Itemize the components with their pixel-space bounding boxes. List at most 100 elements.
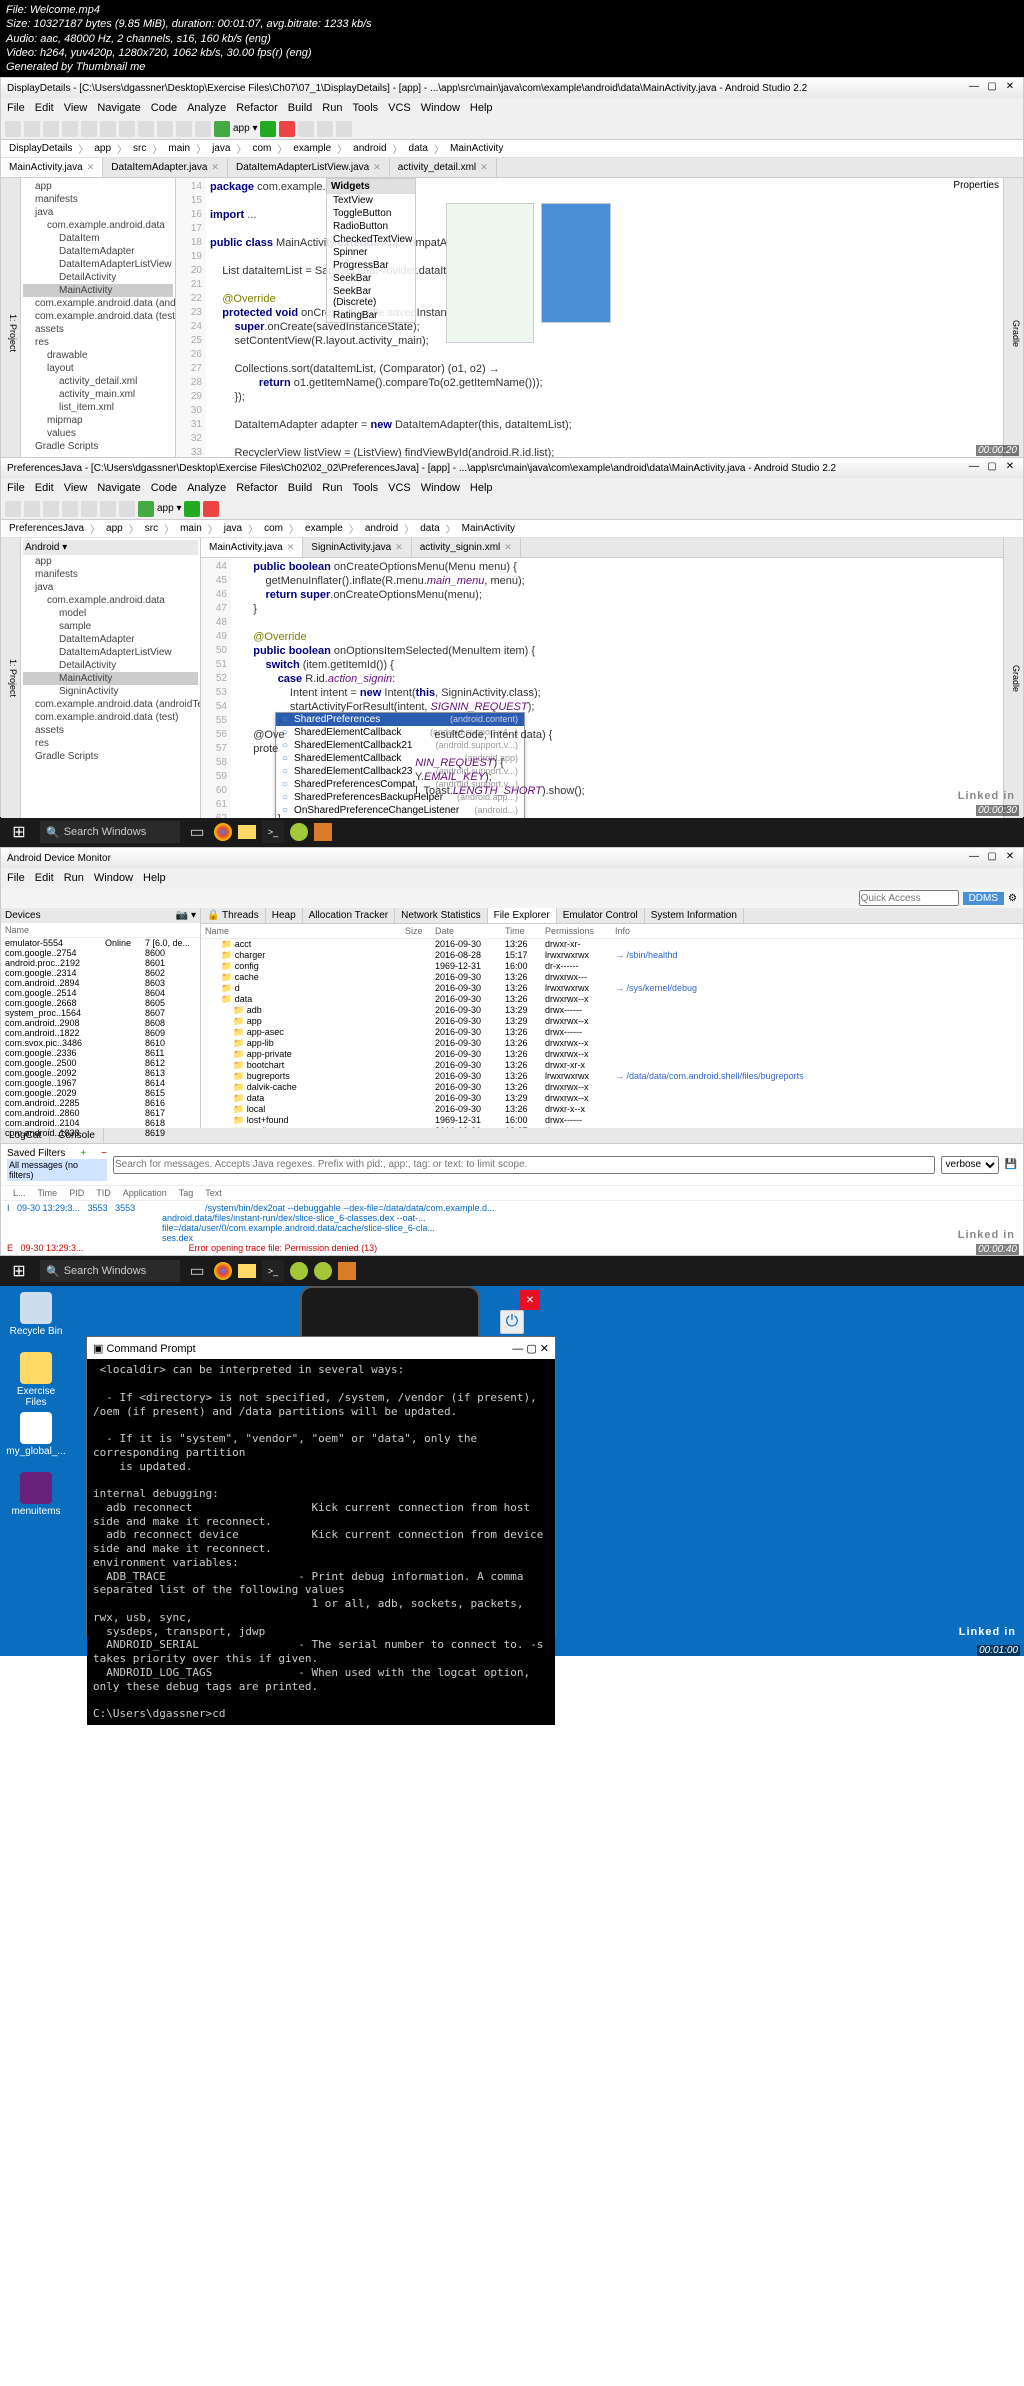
file-row[interactable]: 📁 config1969-12-3116:00dr-x------ bbox=[201, 961, 1023, 972]
editor-tab[interactable]: DataItemAdapter.java✕ bbox=[103, 158, 228, 177]
run-config[interactable]: app ▾ bbox=[233, 123, 257, 134]
log-col[interactable]: Text bbox=[199, 1188, 228, 1198]
tree-item[interactable]: MainActivity bbox=[23, 284, 173, 297]
tree-item[interactable]: DataItemAdapterListView bbox=[23, 258, 173, 271]
chrome-icon[interactable] bbox=[214, 823, 232, 841]
logcat-tab[interactable]: LogCat bbox=[1, 1128, 50, 1143]
menu-view[interactable]: View bbox=[64, 102, 88, 114]
editor-tab[interactable]: MainActivity.java✕ bbox=[201, 538, 303, 557]
undo-icon[interactable] bbox=[62, 121, 78, 137]
open-icon[interactable] bbox=[5, 501, 21, 517]
tree-item[interactable]: list_item.xml bbox=[23, 401, 173, 414]
debug-icon[interactable] bbox=[203, 501, 219, 517]
device-row[interactable]: com.google..25008612 bbox=[1, 1058, 200, 1068]
icon[interactable]: ⚙ bbox=[1008, 893, 1017, 904]
tree-item[interactable]: assets bbox=[23, 323, 173, 336]
file-row[interactable]: 📁 app-asec2016-09-3013:26drwx------ bbox=[201, 1027, 1023, 1038]
breadcrumb-item[interactable]: MainActivity bbox=[448, 143, 505, 154]
col-header[interactable]: Permissions bbox=[545, 926, 615, 936]
menu-tools[interactable]: Tools bbox=[352, 482, 378, 494]
redo-icon[interactable] bbox=[62, 501, 78, 517]
tree-item[interactable]: app bbox=[23, 555, 198, 568]
file-row[interactable]: 📁 bootchart2016-09-3013:26drwxr-xr-x bbox=[201, 1060, 1023, 1071]
tree-item[interactable]: res bbox=[23, 336, 173, 349]
tree-item[interactable]: activity_main.xml bbox=[23, 388, 173, 401]
minimize-icon[interactable]: — bbox=[967, 461, 981, 475]
tree-item[interactable]: com.example.android.data (androidTest) bbox=[23, 297, 173, 310]
run-icon[interactable] bbox=[184, 501, 200, 517]
editor-tab[interactable]: SigninActivity.java✕ bbox=[303, 538, 411, 557]
menu-vcs[interactable]: VCS bbox=[388, 102, 411, 114]
tree-item[interactable]: manifests bbox=[23, 568, 198, 581]
palette-item[interactable]: RatingBar bbox=[327, 309, 415, 322]
menu-help[interactable]: Help bbox=[470, 482, 493, 494]
menu-build[interactable]: Build bbox=[288, 482, 312, 494]
exercise-files[interactable]: Exercise Files bbox=[6, 1352, 66, 1408]
remove-filter-icon[interactable]: − bbox=[101, 1148, 107, 1159]
close-icon[interactable]: ✕ bbox=[1003, 851, 1017, 865]
tree-item[interactable]: MainActivity bbox=[23, 672, 198, 685]
tree-item[interactable]: DataItemAdapterListView bbox=[23, 646, 198, 659]
device-row[interactable]: com.google..20928613 bbox=[1, 1068, 200, 1078]
tree-item[interactable]: sample bbox=[23, 620, 198, 633]
breadcrumb-item[interactable]: main bbox=[166, 143, 192, 154]
logcat-search[interactable] bbox=[113, 1156, 935, 1174]
search-box[interactable]: 🔍 Search Windows bbox=[40, 821, 180, 843]
undo-icon[interactable] bbox=[43, 501, 59, 517]
fe-tab[interactable]: Heap bbox=[266, 908, 303, 923]
back-icon[interactable] bbox=[176, 121, 192, 137]
close-tab-icon[interactable]: ✕ bbox=[287, 542, 295, 553]
menu-run[interactable]: Run bbox=[64, 872, 84, 884]
tree-item[interactable]: drawable bbox=[23, 349, 173, 362]
minimize-icon[interactable]: — bbox=[512, 1343, 523, 1355]
devices-panel[interactable]: Devices📷 ▾ Name emulator-5554Online7 [6.… bbox=[1, 908, 201, 1128]
breadcrumb-item[interactable]: DisplayDetails bbox=[7, 143, 74, 154]
device-row[interactable]: com.google..19678614 bbox=[1, 1078, 200, 1088]
palette-item[interactable]: ProgressBar bbox=[327, 259, 415, 272]
tree-item[interactable]: com.example.android.data bbox=[23, 594, 198, 607]
maximize-icon[interactable]: ▢ bbox=[985, 461, 999, 475]
menu-file[interactable]: File bbox=[7, 482, 25, 494]
chrome-icon[interactable] bbox=[214, 1262, 232, 1280]
fe-tab[interactable]: Emulator Control bbox=[557, 908, 645, 923]
emulator-close-icon[interactable]: ✕ bbox=[520, 1290, 540, 1310]
screenshot-icon[interactable]: 📷 ▾ bbox=[176, 910, 196, 921]
menu-file[interactable]: File bbox=[7, 102, 25, 114]
menu-refactor[interactable]: Refactor bbox=[236, 482, 278, 494]
menu-navigate[interactable]: Navigate bbox=[97, 482, 140, 494]
device-row[interactable]: android.proc..21928601 bbox=[1, 958, 200, 968]
device-row[interactable]: com.android..18228609 bbox=[1, 1028, 200, 1038]
device-row[interactable]: com.android..21048618 bbox=[1, 1118, 200, 1128]
breadcrumb-item[interactable]: MainActivity bbox=[460, 523, 517, 534]
monitor-icon[interactable] bbox=[338, 1262, 356, 1280]
explorer-icon[interactable] bbox=[238, 1264, 256, 1278]
menu-help[interactable]: Help bbox=[470, 102, 493, 114]
menu-analyze[interactable]: Analyze bbox=[187, 482, 226, 494]
col-header[interactable]: Size bbox=[405, 926, 435, 936]
menu-code[interactable]: Code bbox=[151, 482, 177, 494]
file-row[interactable]: 📁 dalvik-cache2016-09-3013:26drwxrwx--x bbox=[201, 1082, 1023, 1093]
tree-item[interactable]: DataItemAdapter bbox=[23, 633, 198, 646]
filter-all[interactable]: All messages (no filters) bbox=[7, 1159, 107, 1181]
close-tab-icon[interactable]: ✕ bbox=[480, 162, 488, 173]
recycle-bin[interactable]: Recycle Bin bbox=[6, 1292, 66, 1337]
editor-tab[interactable]: DataItemAdapterListView.java✕ bbox=[228, 158, 390, 177]
close-icon[interactable]: ✕ bbox=[1003, 461, 1017, 475]
power-icon[interactable]: ⏻ bbox=[500, 1310, 524, 1334]
terminal-icon[interactable]: >_ bbox=[262, 1260, 284, 1282]
save-log-icon[interactable]: 💾 bbox=[1005, 1159, 1017, 1170]
debug-icon[interactable] bbox=[279, 121, 295, 137]
copy-icon[interactable] bbox=[100, 501, 116, 517]
menu-view[interactable]: View bbox=[64, 482, 88, 494]
device-row[interactable]: com.google..25148604 bbox=[1, 988, 200, 998]
breadcrumb-item[interactable]: java bbox=[222, 523, 244, 534]
tree-item[interactable]: model bbox=[23, 607, 198, 620]
menu-navigate[interactable]: Navigate bbox=[97, 102, 140, 114]
breadcrumb-item[interactable]: main bbox=[178, 523, 204, 534]
close-tab-icon[interactable]: ✕ bbox=[504, 542, 512, 553]
autocomplete-item[interactable]: ○SharedPreferences(android.content) bbox=[276, 713, 524, 726]
menu-file[interactable]: File bbox=[7, 872, 25, 884]
fe-tab[interactable]: Network Statistics bbox=[395, 908, 487, 923]
taskview-icon[interactable]: ▭ bbox=[186, 1260, 208, 1282]
cmd-output[interactable]: <localdir> can be interpreted in several… bbox=[87, 1359, 555, 1725]
